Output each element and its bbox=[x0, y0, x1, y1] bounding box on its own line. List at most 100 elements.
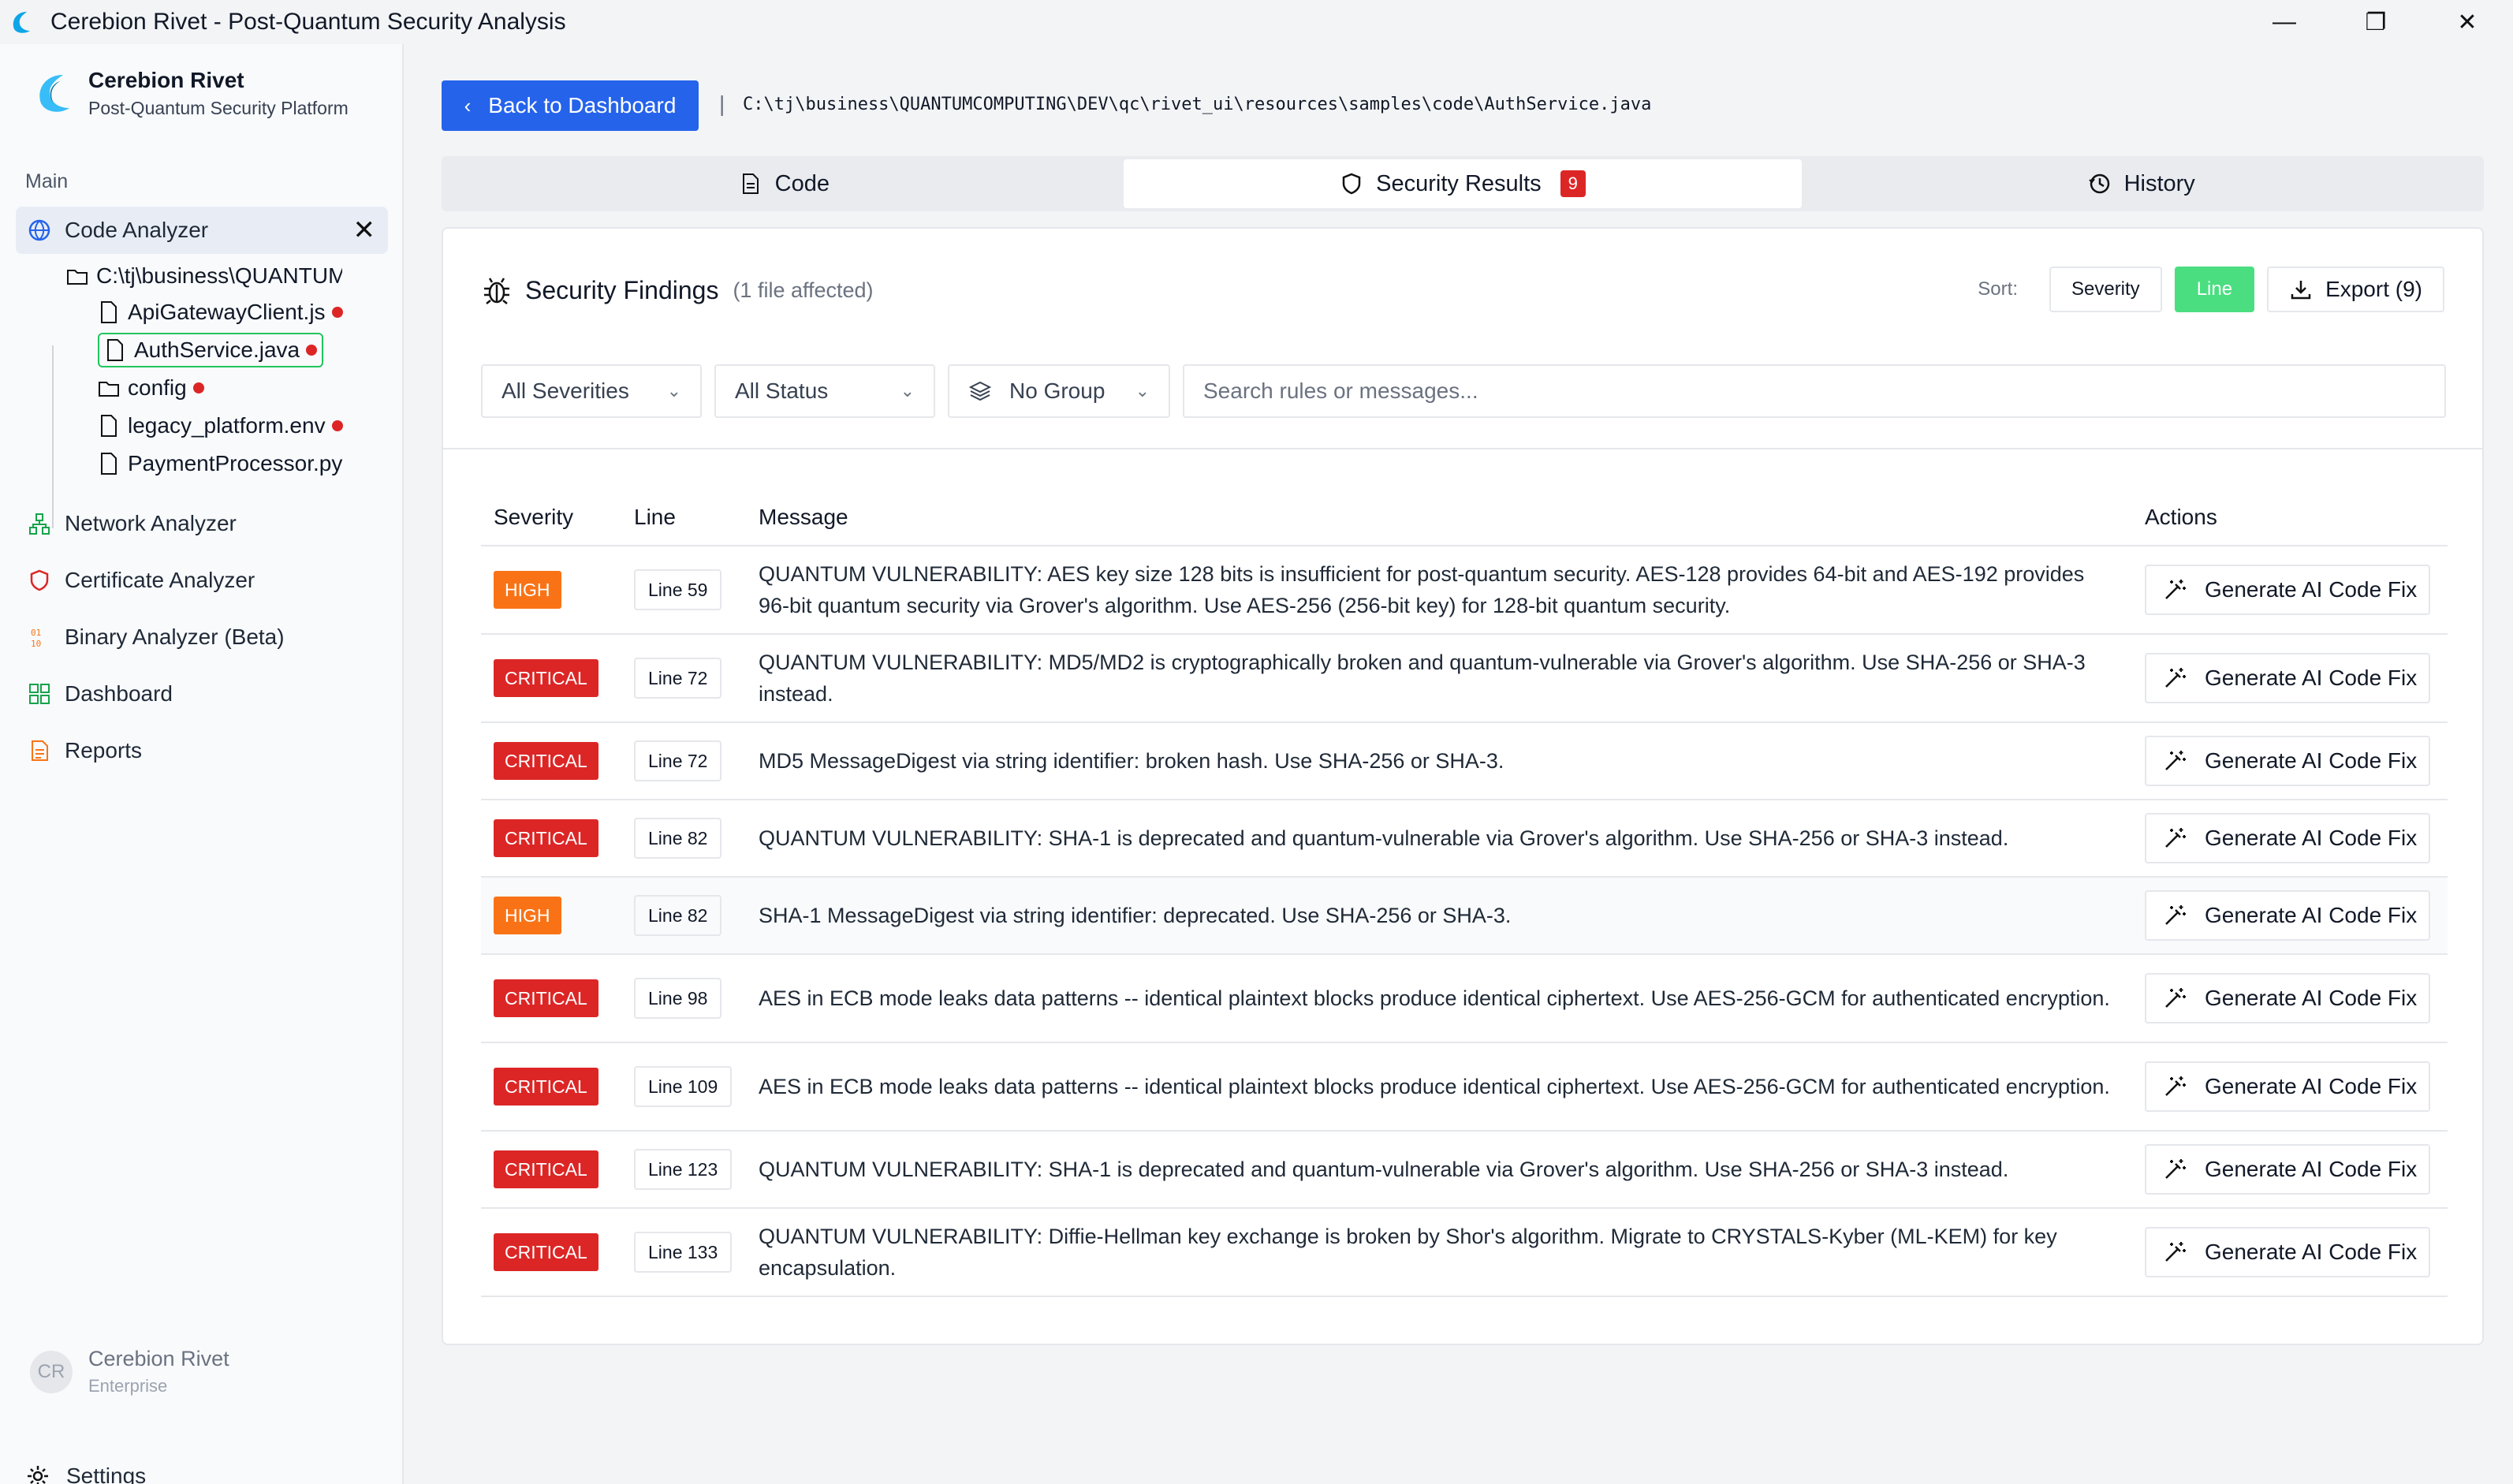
tab-label: Code bbox=[774, 170, 830, 196]
magic-wand-icon bbox=[2165, 828, 2186, 848]
severity-cell: CRITICAL bbox=[481, 1208, 621, 1297]
file-icon bbox=[101, 453, 117, 475]
issue-dot-icon bbox=[331, 307, 343, 318]
tab-security-results[interactable]: Security Results 9 bbox=[1123, 159, 1803, 208]
chevron-down-icon: ⌄ bbox=[1135, 381, 1150, 401]
generate-ai-fix-button[interactable]: Generate AI Code Fix bbox=[2145, 565, 2430, 615]
sidebar-item-settings[interactable]: Settings bbox=[25, 1463, 146, 1484]
generate-ai-fix-button[interactable]: Generate AI Code Fix bbox=[2145, 1227, 2430, 1277]
file-icon bbox=[101, 415, 117, 437]
severity-cell: CRITICAL bbox=[481, 954, 621, 1043]
table-row: CRITICAL Line 72 MD5 MessageDigest via str… bbox=[481, 722, 2448, 800]
line-cell: Line 72 bbox=[621, 634, 746, 723]
actions-cell: Generate AI Code Fix bbox=[2132, 546, 2448, 635]
fix-button-label: Generate AI Code Fix bbox=[2205, 1157, 2418, 1181]
table-row: HIGH Line 59 QUANTUM VULNERABILITY: AES ke… bbox=[481, 546, 2448, 635]
tree-file-item[interactable]: PaymentProcessor.py bbox=[98, 446, 342, 481]
tree-folder-item[interactable]: C:\tj\business\QUANTUM bbox=[66, 259, 342, 293]
findings-table-body: HIGH Line 59 QUANTUM VULNERABILITY: AES ke… bbox=[481, 546, 2448, 1297]
chevron-down-icon: ⌄ bbox=[666, 381, 681, 401]
line-badge[interactable]: Line 82 bbox=[634, 895, 722, 936]
close-icon[interactable]: ✕ bbox=[353, 214, 376, 246]
line-cell: Line 109 bbox=[621, 1042, 746, 1132]
sidebar-item-reports[interactable]: Reports bbox=[16, 727, 388, 774]
generate-ai-fix-button[interactable]: Generate AI Code Fix bbox=[2145, 813, 2430, 863]
table-row: HIGH Line 82 SHA-1 MessageDigest via strin… bbox=[481, 877, 2448, 955]
status-filter-select[interactable]: All Status ⌄ bbox=[714, 364, 935, 418]
line-badge[interactable]: Line 82 bbox=[634, 818, 722, 859]
sort-line-button[interactable]: Line bbox=[2174, 267, 2255, 312]
tab-code[interactable]: Code bbox=[445, 159, 1124, 208]
generate-ai-fix-button[interactable]: Generate AI Code Fix bbox=[2145, 1144, 2430, 1195]
close-window-button[interactable]: ✕ bbox=[2422, 0, 2513, 44]
line-badge[interactable]: Line 72 bbox=[634, 658, 722, 699]
line-cell: Line 59 bbox=[621, 546, 746, 635]
sidebar-item-certificate-analyzer[interactable]: Certificate Analyzer bbox=[16, 557, 388, 604]
back-button-label: Back to Dashboard bbox=[488, 93, 677, 117]
table-header-row: Severity Line Message Actions bbox=[481, 489, 2448, 546]
line-cell: Line 133 bbox=[621, 1208, 746, 1297]
layers-icon bbox=[968, 381, 992, 401]
tab-history[interactable]: History bbox=[1802, 159, 2481, 208]
line-cell: Line 82 bbox=[621, 800, 746, 878]
findings-header: Security Findings (1 file affected) bbox=[481, 274, 874, 306]
actions-cell: Generate AI Code Fix bbox=[2132, 1042, 2448, 1132]
generate-ai-fix-button[interactable]: Generate AI Code Fix bbox=[2145, 973, 2430, 1024]
table-row: CRITICAL Line 109 AES in ECB mode leaks da… bbox=[481, 1042, 2448, 1132]
line-badge[interactable]: Line 123 bbox=[634, 1149, 733, 1190]
history-icon bbox=[2088, 173, 2109, 194]
grid-icon bbox=[25, 680, 54, 708]
severity-cell: HIGH bbox=[481, 546, 621, 635]
minimize-button[interactable]: — bbox=[2239, 0, 2330, 44]
sidebar-item-code-analyzer[interactable]: Code Analyzer ✕ bbox=[16, 207, 388, 254]
actions-cell: Generate AI Code Fix bbox=[2132, 800, 2448, 878]
results-count-badge: 9 bbox=[1560, 170, 1586, 197]
back-to-dashboard-button[interactable]: ‹ Back to Dashboard bbox=[442, 80, 699, 131]
network-icon bbox=[25, 509, 54, 538]
findings-title: Security Findings bbox=[525, 275, 719, 304]
avatar: CR bbox=[30, 1350, 73, 1393]
line-cell: Line 72 bbox=[621, 722, 746, 800]
sidebar-item-binary-analyzer[interactable]: 01 10 Binary Analyzer (Beta) bbox=[16, 613, 388, 661]
line-cell: Line 123 bbox=[621, 1131, 746, 1209]
line-badge[interactable]: Line 133 bbox=[634, 1232, 733, 1273]
findings-subtitle: (1 file affected) bbox=[733, 278, 874, 302]
settings-label: Settings bbox=[66, 1463, 147, 1484]
tree-folder-item[interactable]: config bbox=[98, 371, 204, 405]
generate-ai-fix-button[interactable]: Generate AI Code Fix bbox=[2145, 653, 2430, 703]
svg-text:10: 10 bbox=[31, 639, 41, 649]
chevron-left-icon: ‹ bbox=[464, 93, 472, 117]
generate-ai-fix-button[interactable]: Generate AI Code Fix bbox=[2145, 736, 2430, 786]
sidebar-item-label: Reports bbox=[65, 738, 143, 763]
user-profile[interactable]: CR Cerebion Rivet Enterprise bbox=[30, 1347, 229, 1396]
binary-icon: 01 10 bbox=[25, 623, 54, 651]
export-button[interactable]: Export (9) bbox=[2267, 267, 2444, 312]
line-badge[interactable]: Line 59 bbox=[634, 569, 722, 610]
sidebar-item-network-analyzer[interactable]: Network Analyzer bbox=[16, 500, 388, 547]
group-filter-select[interactable]: No Group ⌄ bbox=[948, 364, 1170, 418]
bug-icon bbox=[484, 278, 509, 304]
search-input[interactable] bbox=[1183, 364, 2446, 418]
tree-file-item[interactable]: ApiGatewayClient.js bbox=[98, 295, 343, 330]
message-cell: QUANTUM VULNERABILITY: SHA-1 is deprecat… bbox=[746, 1131, 2132, 1209]
sort-severity-button[interactable]: Severity bbox=[2049, 267, 2162, 312]
tree-folder-label: C:\tj\business\QUANTUM bbox=[96, 263, 342, 288]
sidebar-item-label: Network Analyzer bbox=[65, 511, 237, 535]
column-header-message: Message bbox=[746, 489, 2132, 546]
generate-ai-fix-button[interactable]: Generate AI Code Fix bbox=[2145, 1061, 2430, 1112]
actions-cell: Generate AI Code Fix bbox=[2132, 722, 2448, 800]
line-badge[interactable]: Line 72 bbox=[634, 740, 722, 781]
group-filter-value: No Group bbox=[1009, 378, 1105, 403]
generate-ai-fix-button[interactable]: Generate AI Code Fix bbox=[2145, 890, 2430, 941]
sidebar-item-label: Binary Analyzer (Beta) bbox=[65, 625, 285, 649]
sidebar-item-dashboard[interactable]: Dashboard bbox=[16, 670, 388, 718]
message-cell: AES in ECB mode leaks data patterns -- i… bbox=[746, 954, 2132, 1043]
sidebar-item-label: Dashboard bbox=[65, 681, 173, 706]
line-badge[interactable]: Line 98 bbox=[634, 978, 722, 1019]
severity-filter-select[interactable]: All Severities ⌄ bbox=[481, 364, 702, 418]
severity-filter-value: All Severities bbox=[501, 378, 629, 403]
tree-file-item[interactable]: legacy_platform.env bbox=[98, 408, 343, 443]
line-badge[interactable]: Line 109 bbox=[634, 1066, 733, 1107]
tree-file-item-selected[interactable]: AuthService.java bbox=[98, 333, 324, 367]
maximize-button[interactable]: ❐ bbox=[2330, 0, 2422, 44]
